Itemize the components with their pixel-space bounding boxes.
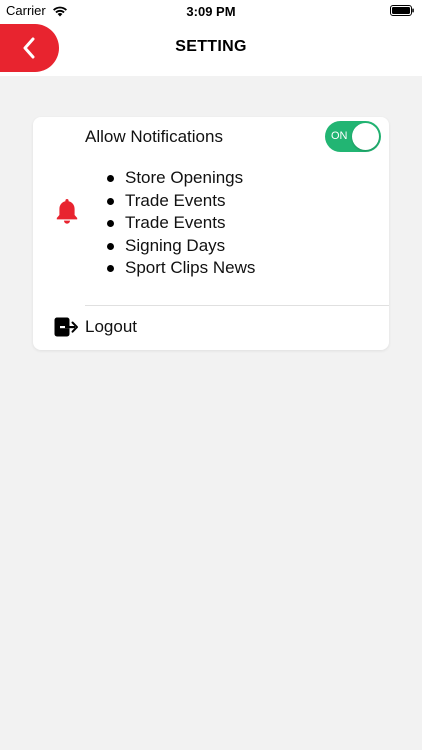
notifications-toggle[interactable]: ON: [325, 121, 381, 152]
status-bar: Carrier 3:09 PM: [0, 0, 422, 22]
bell-icon: [56, 199, 78, 224]
status-time: 3:09 PM: [186, 4, 236, 19]
header-bar: SETTING: [0, 22, 422, 76]
allow-notifications-label: Allow Notifications: [85, 127, 223, 146]
list-item: Signing Days: [106, 235, 255, 258]
list-item: Trade Events: [106, 212, 255, 235]
divider: [85, 305, 389, 306]
battery-icon: [390, 5, 414, 16]
logout-button[interactable]: Logout: [54, 317, 137, 337]
page-title: SETTING: [175, 38, 247, 55]
list-item: Trade Events: [106, 190, 255, 213]
toggle-state-label: ON: [331, 130, 348, 142]
logout-label: Logout: [85, 317, 137, 336]
notification-topics-list: Store Openings Trade Events Trade Events…: [106, 167, 255, 280]
settings-card: Allow Notifications ON Store Openings Tr…: [33, 117, 389, 350]
list-item: Store Openings: [106, 167, 255, 190]
toggle-knob: [352, 123, 379, 150]
list-item: Sport Clips News: [106, 257, 255, 280]
logout-icon: [54, 317, 78, 337]
